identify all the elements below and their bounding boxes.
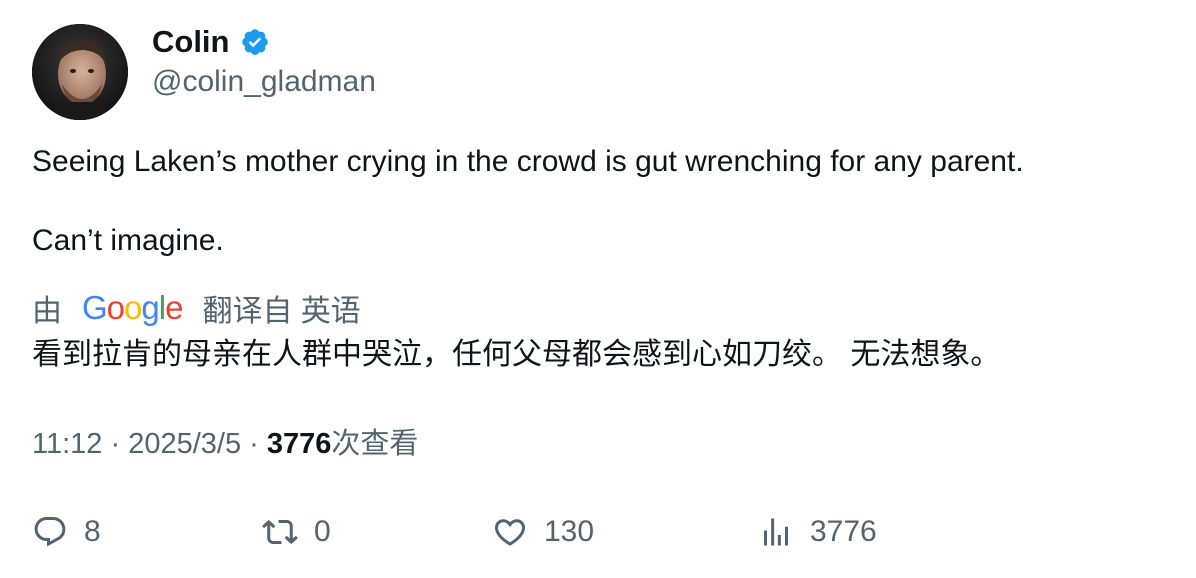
tweet-date[interactable]: 2025/3/5 (128, 428, 241, 460)
translated-text: 看到拉肯的母亲在人群中哭泣，任何父母都会感到心如刀绞。 无法想象。 (32, 338, 1001, 371)
reply-icon (32, 514, 68, 550)
views-action-count: 3776 (810, 515, 877, 548)
translation-attribution: 由 Google 翻译自 英语 (32, 286, 361, 330)
avatar[interactable] (32, 24, 128, 120)
author-handle[interactable]: @colin_gladman (152, 63, 376, 101)
meta-separator: · (241, 428, 267, 460)
views-icon (758, 514, 794, 550)
tweet: Colin @colin_gladman Seeing Laken’s moth… (0, 0, 1196, 578)
views-button[interactable]: 3776 (758, 508, 877, 556)
tweet-text-line: Can’t imagine. (32, 224, 224, 257)
tweet-text-line: Seeing Laken’s mother crying in the crow… (32, 145, 1024, 178)
google-logo: Google (82, 289, 183, 326)
views-label: 次查看 (331, 428, 419, 460)
like-icon (492, 514, 528, 550)
like-button[interactable]: 130 (492, 508, 594, 556)
retweet-button[interactable]: 0 (262, 508, 331, 556)
author-name-text[interactable]: Colin (152, 22, 230, 62)
author-name[interactable]: Colin (152, 22, 270, 62)
retweet-count: 0 (314, 515, 331, 548)
tweet-time[interactable]: 11:12 (32, 428, 102, 460)
meta-separator: · (102, 428, 129, 460)
views-count: 3776 (266, 428, 332, 460)
translation-prefix: 由 (32, 295, 62, 328)
tweet-meta: 11:12 · 2025/3/5 · 3776次查看 (32, 424, 418, 464)
translation-source: 翻译自 英语 (202, 295, 361, 328)
retweet-icon (262, 514, 298, 550)
like-count: 130 (544, 515, 595, 548)
verified-badge-icon (240, 27, 270, 57)
reply-count: 8 (84, 515, 101, 548)
reply-button[interactable]: 8 (32, 508, 101, 556)
action-bar: 8 0 130 3776 (0, 508, 1196, 556)
